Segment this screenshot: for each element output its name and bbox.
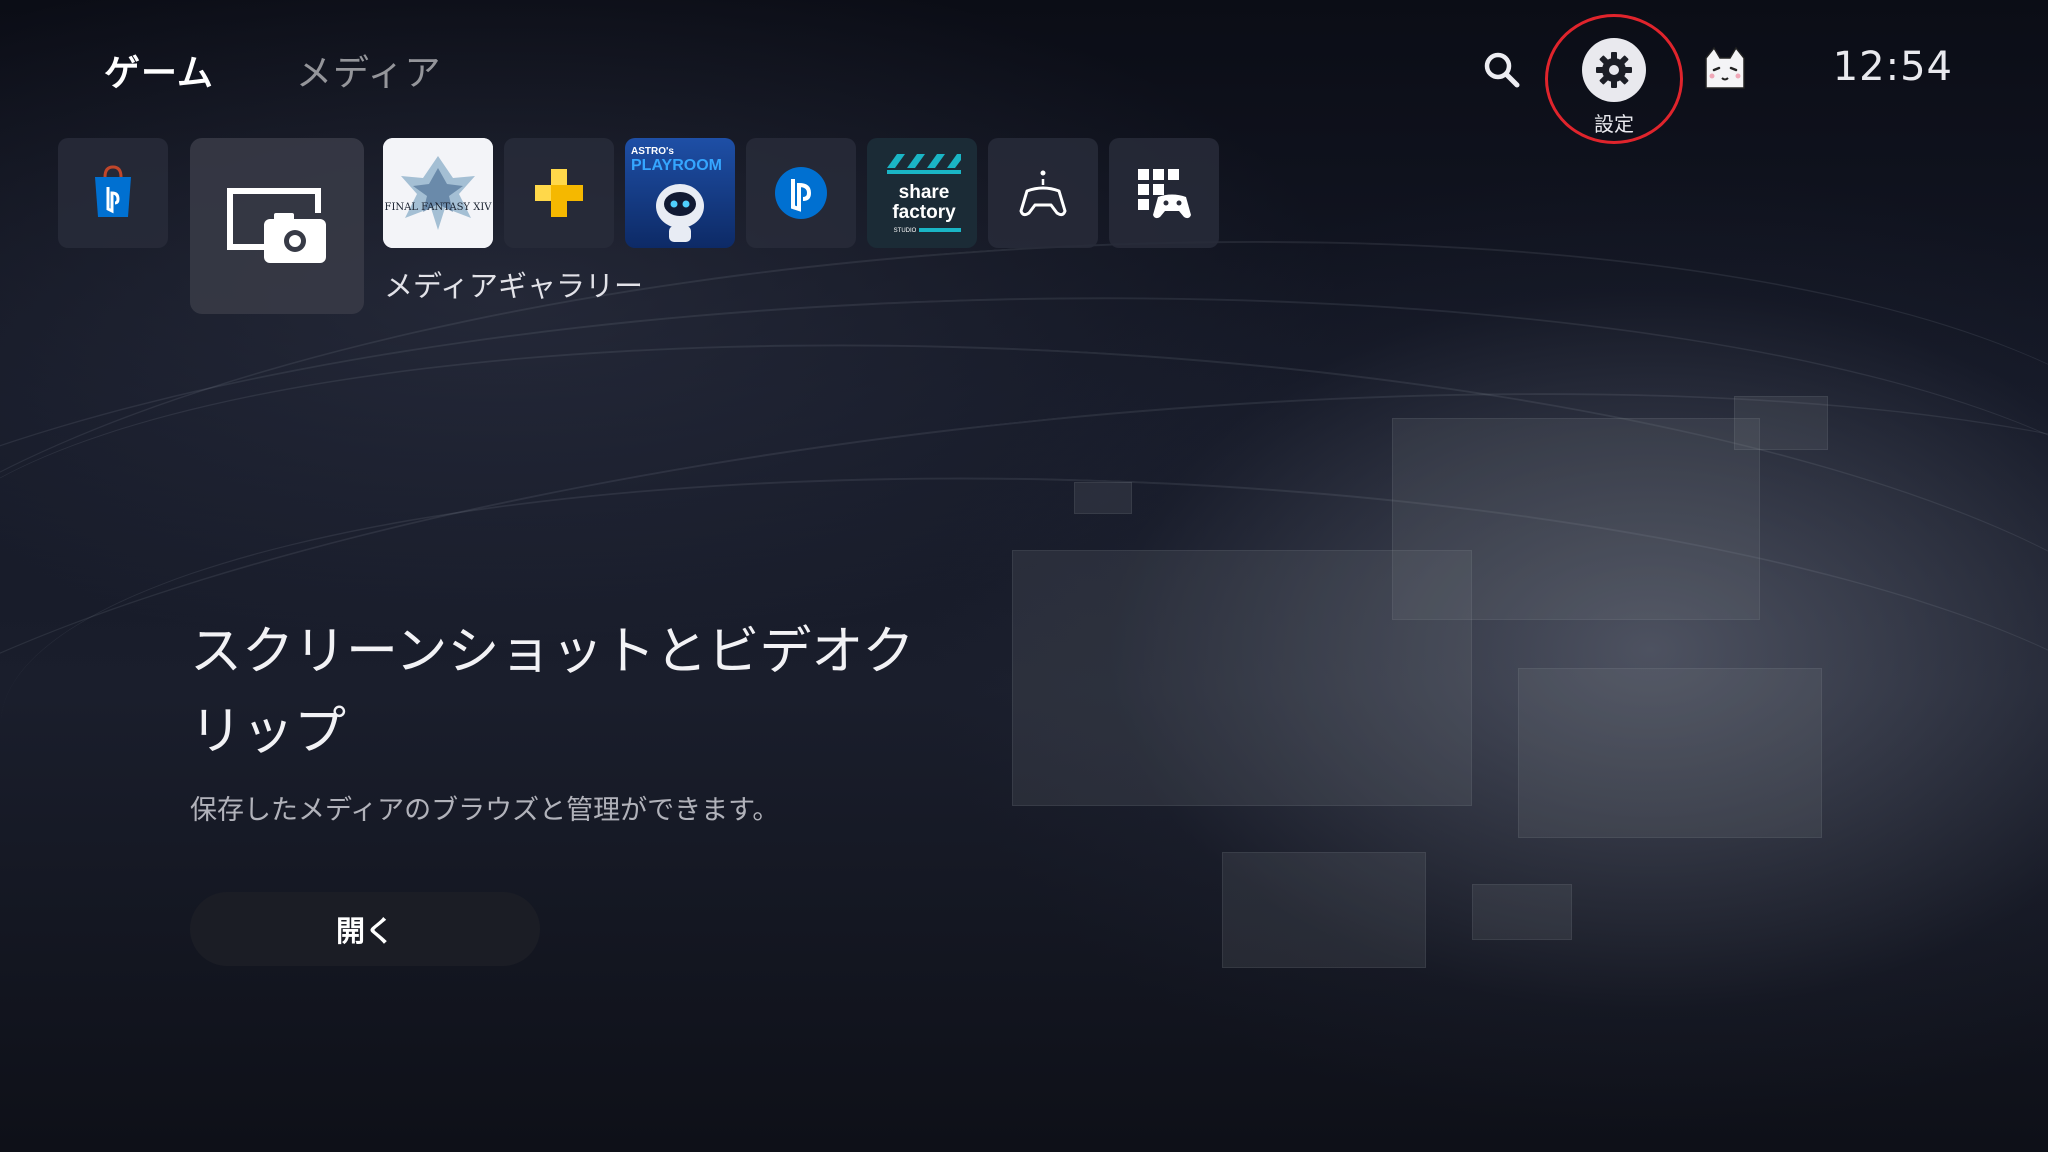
background-frame [1222, 852, 1426, 968]
tile-playstation-store[interactable] [58, 138, 168, 248]
game-library-icon [1138, 169, 1191, 219]
tile-remote-play[interactable] [988, 138, 1098, 248]
tile-playstation[interactable] [746, 138, 856, 248]
svg-text:ASTRO's: ASTRO's [631, 146, 674, 157]
feature-description: 保存したメディアのブラウズと管理ができます。 [190, 795, 780, 826]
tile-final-fantasy-xiv[interactable]: FINAL FANTASY XIV [383, 138, 493, 248]
settings-button[interactable] [1582, 38, 1646, 102]
share-factory-icon: share factory STUDIO [887, 154, 961, 234]
feature-title-line-1: スクリーンショットとビデオク [190, 622, 915, 682]
playstation-icon [775, 167, 827, 219]
controller-icon [1019, 170, 1067, 217]
user-avatar[interactable] [1700, 44, 1750, 94]
svg-text:share: share [899, 182, 950, 203]
tile-playstation-plus[interactable] [504, 138, 614, 248]
background-frame [1734, 396, 1828, 450]
feature-title-line-2: リップ [190, 702, 347, 762]
tab-media[interactable]: メディア [296, 44, 441, 96]
svg-text:FINAL FANTASY XIV: FINAL FANTASY XIV [385, 202, 493, 213]
ps5-home-screen: ゲーム メディア 設定 12:54 メディアギャラリー FINAL FANTAS… [0, 0, 2048, 1152]
search-button[interactable] [1480, 48, 1524, 92]
cat-avatar-icon [1705, 46, 1745, 89]
astro-playroom-icon: ASTRO's PLAYROOM [631, 146, 722, 242]
ps-store-icon [95, 165, 131, 217]
tile-media-gallery[interactable] [190, 138, 364, 314]
settings-label: 設定 [1594, 112, 1634, 136]
focused-tile-label: メディアギャラリー [384, 269, 643, 303]
tab-games[interactable]: ゲーム [104, 44, 214, 96]
background-frame [1472, 884, 1572, 940]
media-gallery-icon [227, 188, 326, 263]
background-frame [1518, 668, 1822, 838]
svg-text:PLAYROOM: PLAYROOM [631, 157, 722, 174]
background-frame [1074, 482, 1132, 514]
open-button[interactable]: 開く [190, 892, 540, 966]
tile-game-library[interactable] [1109, 138, 1219, 248]
feature-title: スクリーンショットとビデオク リップ [190, 612, 950, 772]
background-frame [1012, 550, 1472, 806]
gear-icon [1596, 52, 1632, 88]
ps-plus-icon [535, 169, 583, 217]
search-icon [1484, 52, 1520, 88]
tile-astros-playroom[interactable]: ASTRO's PLAYROOM [625, 138, 735, 248]
tile-share-factory-studio[interactable]: share factory STUDIO [867, 138, 977, 248]
ffxiv-icon: FINAL FANTASY XIV [383, 138, 493, 248]
svg-text:STUDIO: STUDIO [894, 228, 917, 234]
svg-text:factory: factory [892, 202, 956, 223]
clock: 12:54 [1832, 44, 1953, 90]
